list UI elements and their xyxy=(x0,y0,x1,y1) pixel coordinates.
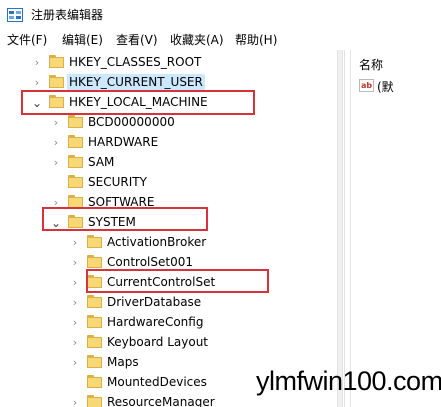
chevron-down-icon[interactable]: ⌄ xyxy=(31,96,43,110)
chevron-down-icon[interactable]: ⌄ xyxy=(50,216,62,230)
tree-node[interactable]: › ControlSet001 xyxy=(0,253,337,273)
menu-bar: 文件(F) 编辑(E) 查看(V) 收藏夹(A) 帮助(H) xyxy=(0,30,441,50)
folder-icon xyxy=(49,75,64,88)
folder-icon xyxy=(68,135,83,148)
tree-node-label[interactable]: HKEY_CLASSES_ROOT xyxy=(67,54,203,71)
folder-icon xyxy=(87,235,102,248)
tree-node-label[interactable]: HKEY_CURRENT_USER xyxy=(67,74,205,91)
registry-tree[interactable]: › HKEY_CLASSES_ROOT › HKEY_CURRENT_USER ⌄ HKE… xyxy=(0,50,337,407)
tree-node-label[interactable]: MountedDevices xyxy=(105,374,209,391)
window-title: 注册表编辑器 xyxy=(31,8,104,22)
tree-node[interactable]: › DriverDatabase xyxy=(0,293,337,313)
tree-node-label[interactable]: SECURITY xyxy=(86,174,149,191)
folder-icon xyxy=(87,275,102,288)
tree-node-label[interactable]: HARDWARE xyxy=(86,134,160,151)
chevron-right-icon[interactable]: › xyxy=(69,276,81,290)
folder-icon xyxy=(68,215,83,228)
tree-scrollbar[interactable] xyxy=(337,50,343,407)
tree-node[interactable]: SECURITY xyxy=(0,173,337,193)
tree-node-label[interactable]: Maps xyxy=(105,354,141,371)
chevron-right-icon[interactable]: › xyxy=(69,296,81,310)
values-pane: 名称 ab (默 xyxy=(350,50,441,407)
tree-node-label[interactable]: SYSTEM xyxy=(86,214,138,231)
tree-node[interactable]: › SAM xyxy=(0,153,337,173)
string-value-icon: ab xyxy=(359,79,374,92)
folder-icon xyxy=(87,255,102,268)
tree-node[interactable]: ⌄ SYSTEM xyxy=(0,213,337,233)
tree-node[interactable]: › HKEY_CLASSES_ROOT xyxy=(0,53,337,73)
folder-icon xyxy=(87,315,102,328)
chevron-right-icon[interactable]: › xyxy=(50,156,62,170)
chevron-right-icon[interactable]: › xyxy=(50,116,62,130)
column-header-name[interactable]: 名称 xyxy=(359,56,383,73)
folder-icon xyxy=(68,155,83,168)
watermark: ylmfwin100.com xyxy=(256,366,441,396)
menu-help[interactable]: 帮助(H) xyxy=(235,31,277,48)
folder-icon xyxy=(87,335,102,348)
menu-view[interactable]: 查看(V) xyxy=(116,31,158,48)
menu-favorites[interactable]: 收藏夹(A) xyxy=(170,31,224,48)
folder-icon xyxy=(68,195,83,208)
tree-node-label[interactable]: SAM xyxy=(86,154,116,171)
chevron-right-icon[interactable]: › xyxy=(50,136,62,150)
regedit-icon xyxy=(7,8,23,22)
value-name: (默 xyxy=(377,80,394,94)
tree-node[interactable]: › Keyboard Layout xyxy=(0,333,337,353)
chevron-right-icon[interactable]: › xyxy=(50,196,62,210)
chevron-right-icon[interactable]: › xyxy=(69,356,81,370)
tree-node-label[interactable]: CurrentControlSet xyxy=(105,274,217,291)
chevron-right-icon[interactable]: › xyxy=(69,256,81,270)
folder-icon xyxy=(68,115,83,128)
tree-node-label[interactable]: HardwareConfig xyxy=(105,314,205,331)
menu-edit[interactable]: 编辑(E) xyxy=(62,31,103,48)
tree-node-label[interactable]: DriverDatabase xyxy=(105,294,203,311)
tree-node[interactable]: › BCD00000000 xyxy=(0,113,337,133)
tree-node-label[interactable]: ActivationBroker xyxy=(105,234,208,251)
chevron-right-icon[interactable]: › xyxy=(31,56,43,70)
tree-node-label[interactable]: HKEY_LOCAL_MACHINE xyxy=(67,94,210,111)
chevron-right-icon[interactable]: › xyxy=(69,396,81,407)
tree-node-label[interactable]: SOFTWARE xyxy=(86,194,156,211)
tree-node[interactable]: › ActivationBroker xyxy=(0,233,337,253)
tree-node[interactable]: › CurrentControlSet xyxy=(0,273,337,293)
menu-file[interactable]: 文件(F) xyxy=(7,31,47,48)
folder-icon xyxy=(49,95,64,108)
tree-node[interactable]: ⌄ HKEY_LOCAL_MACHINE xyxy=(0,93,337,113)
folder-icon xyxy=(87,375,102,388)
tree-node-label[interactable]: ControlSet001 xyxy=(105,254,195,271)
chevron-right-icon[interactable]: › xyxy=(69,316,81,330)
folder-icon xyxy=(68,175,83,188)
tree-node-label[interactable]: BCD00000000 xyxy=(86,114,177,131)
chevron-right-icon[interactable]: › xyxy=(69,336,81,350)
folder-icon xyxy=(87,395,102,407)
tree-node-label[interactable]: Keyboard Layout xyxy=(105,334,210,351)
folder-icon xyxy=(49,55,64,68)
tree-node[interactable]: › HARDWARE xyxy=(0,133,337,153)
folder-icon xyxy=(87,295,102,308)
chevron-right-icon[interactable]: › xyxy=(69,236,81,250)
value-row[interactable]: ab (默 xyxy=(359,78,439,96)
tree-node[interactable]: › HardwareConfig xyxy=(0,313,337,333)
chevron-right-icon[interactable]: › xyxy=(31,76,43,90)
title-bar: 注册表编辑器 xyxy=(0,0,441,30)
tree-node[interactable]: › HKEY_CURRENT_USER xyxy=(0,73,337,93)
folder-icon xyxy=(87,355,102,368)
tree-node[interactable]: › SOFTWARE xyxy=(0,193,337,213)
tree-node-label[interactable]: ResourceManager xyxy=(105,394,217,407)
